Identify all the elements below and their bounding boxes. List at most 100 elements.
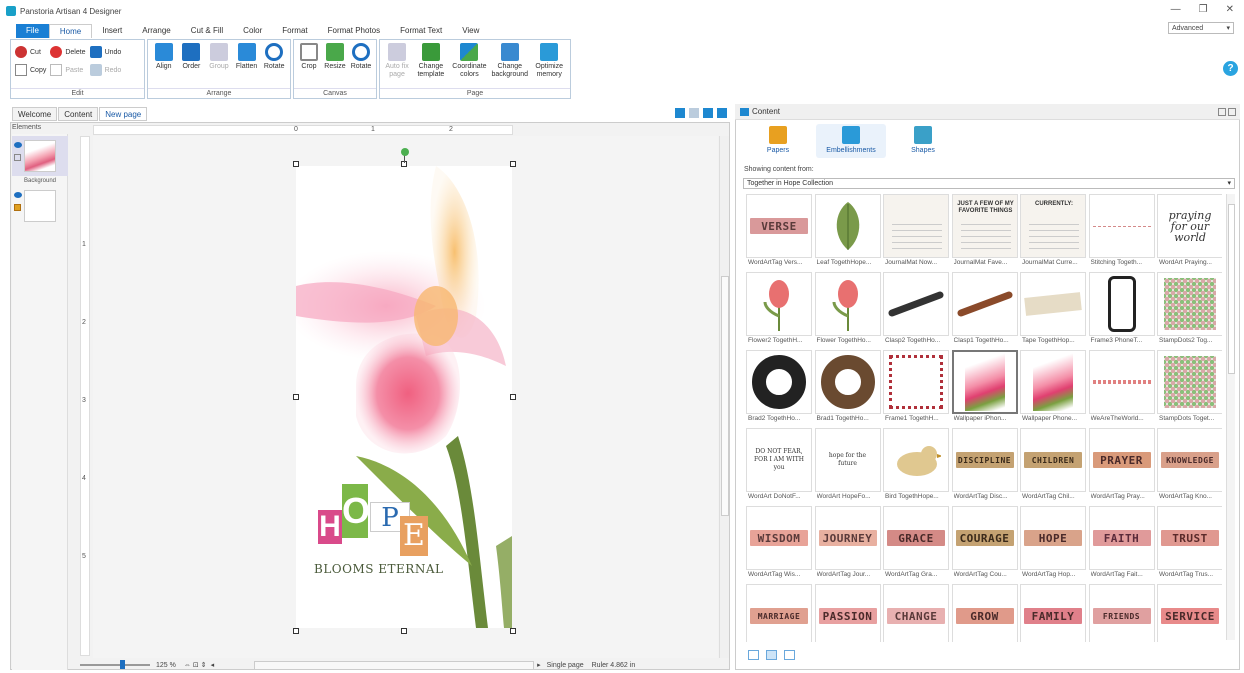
content-item[interactable]: JournalMat Now... [883, 194, 949, 272]
scrollbar-thumb[interactable] [1228, 204, 1235, 374]
resize-handle[interactable] [401, 628, 407, 634]
tab-format-photos[interactable]: Format Photos [318, 24, 390, 38]
page-canvas[interactable] [296, 166, 512, 628]
category-embellishments[interactable]: Embellishments [816, 124, 886, 158]
tab-file[interactable]: File [16, 24, 49, 38]
content-item[interactable]: StampDots2 Tog... [1157, 272, 1222, 350]
delete-button[interactable]: Delete [50, 45, 86, 59]
rotate-button[interactable]: Rotate [262, 43, 286, 85]
content-item[interactable]: Tape TogethHop... [1020, 272, 1086, 350]
content-item[interactable]: Brad1 TogethHo... [814, 350, 881, 428]
element-layer-background[interactable] [12, 188, 68, 224]
list-view-icon[interactable] [784, 650, 795, 660]
tab-arrange[interactable]: Arrange [132, 24, 180, 38]
export-icon[interactable] [689, 108, 699, 118]
content-item[interactable]: GRACE WordArtTag Gra... [883, 506, 949, 584]
content-item[interactable]: DISCIPLINE WordArtTag Disc... [951, 428, 1018, 506]
coordinate-colors-button[interactable]: Coordinate colors [452, 43, 487, 85]
paste-button[interactable]: Paste [50, 63, 85, 77]
change-template-button[interactable]: Change template [414, 43, 448, 85]
tab-format[interactable]: Format [272, 24, 317, 38]
content-item[interactable]: HOPE WordArtTag Hop... [1020, 506, 1086, 584]
category-papers[interactable]: Papers [743, 124, 813, 158]
lock-icon[interactable] [14, 154, 21, 161]
redo-button[interactable]: Redo [89, 63, 121, 77]
resize-button[interactable]: Resize [324, 43, 346, 85]
close-document-icon[interactable] [717, 108, 727, 118]
fit-height-icon[interactable]: ⇕ [201, 661, 207, 669]
tab-format-text[interactable]: Format Text [390, 24, 452, 38]
tab-new-page[interactable]: New page [99, 107, 148, 121]
undo-icon[interactable] [675, 108, 685, 118]
undo-button[interactable]: Undo [89, 45, 121, 59]
scroll-right-icon[interactable]: ▸ [537, 661, 541, 669]
content-item[interactable]: TRUST WordArtTag Trus... [1157, 506, 1222, 584]
canvas-rotate-button[interactable]: Rotate [350, 43, 372, 85]
cut-button[interactable]: Cut [15, 45, 46, 59]
mode-dropdown[interactable]: Advanced ▾ [1168, 22, 1234, 34]
content-item[interactable]: CHANGE [883, 584, 949, 642]
content-item[interactable]: JUST A FEW OF MY FAVORITE THINGS JournalM… [951, 194, 1018, 272]
fit-page-icon[interactable]: ⊡ [193, 661, 199, 669]
close-icon[interactable]: ✕ [1226, 4, 1234, 15]
content-item[interactable]: VERSE WordArtTag Vers... [746, 194, 812, 272]
save-icon[interactable] [703, 108, 713, 118]
small-grid-icon[interactable] [748, 650, 759, 660]
content-item[interactable]: Bird TogethHope... [883, 428, 949, 506]
element-layer-photo[interactable] [12, 136, 68, 176]
content-item[interactable]: Leaf TogethHope... [814, 194, 881, 272]
content-item[interactable]: Flower2 TogethH... [746, 272, 812, 350]
zoom-slider-knob[interactable] [120, 660, 125, 669]
content-item[interactable]: Brad2 TogethHo... [746, 350, 812, 428]
help-icon[interactable]: ? [1223, 61, 1238, 76]
content-item[interactable]: Clasp2 TogethHo... [883, 272, 949, 350]
collection-dropdown[interactable]: Together in Hope Collection ▾ [743, 178, 1235, 189]
tab-view[interactable]: View [452, 24, 489, 38]
scrollbar-thumb[interactable] [721, 276, 729, 516]
tab-cut-fill[interactable]: Cut & Fill [181, 24, 233, 38]
content-item[interactable]: Flower TogethHo... [814, 272, 881, 350]
resize-handle[interactable] [293, 394, 299, 400]
content-item[interactable]: WISDOM WordArtTag Wis... [746, 506, 812, 584]
tab-welcome[interactable]: Welcome [12, 107, 58, 121]
content-item[interactable]: COURAGE WordArtTag Cou... [951, 506, 1018, 584]
content-item[interactable]: WeAreTheWorld... [1088, 350, 1155, 428]
resize-handle[interactable] [510, 394, 516, 400]
content-item[interactable]: FAITH WordArtTag Fait... [1088, 506, 1155, 584]
tab-content[interactable]: Content [58, 107, 99, 121]
eye-icon[interactable] [14, 192, 22, 198]
zoom-slider[interactable] [80, 660, 150, 669]
order-button[interactable]: Order [180, 43, 204, 85]
float-icon[interactable] [1228, 108, 1236, 116]
content-item[interactable]: StampDots Toget... [1157, 350, 1222, 428]
align-button[interactable]: Align [152, 43, 176, 85]
content-item[interactable]: hope for the future WordArt HopeFo... [814, 428, 881, 506]
canvas-scrollbar[interactable] [719, 136, 729, 658]
horizontal-scrollbar[interactable] [254, 660, 535, 670]
content-item[interactable]: SERVICE [1157, 584, 1222, 642]
content-item[interactable]: praying for our world WordArt Praying... [1157, 194, 1222, 272]
orchid-artwork[interactable] [296, 166, 512, 628]
content-item[interactable]: PRAYER WordArtTag Pray... [1088, 428, 1155, 506]
resize-handle[interactable] [510, 161, 516, 167]
resize-handle[interactable] [293, 628, 299, 634]
crop-button[interactable]: Crop [298, 43, 320, 85]
group-button[interactable]: Group [207, 43, 231, 85]
minimize-icon[interactable]: — [1171, 4, 1181, 15]
rotate-handle[interactable] [401, 148, 409, 156]
content-item[interactable]: CHILDREN WordArtTag Chil... [1020, 428, 1086, 506]
content-item[interactable]: KNOWLEDGE WordArtTag Kno... [1157, 428, 1222, 506]
resize-handle[interactable] [510, 628, 516, 634]
content-item[interactable]: FAMILY [1020, 584, 1086, 642]
content-scrollbar[interactable] [1226, 194, 1235, 640]
resize-handle[interactable] [293, 161, 299, 167]
content-item[interactable]: DO NOT FEAR, FOR I AM WITH you WordArt Do… [746, 428, 812, 506]
content-item[interactable]: Clasp1 TogethHo... [951, 272, 1018, 350]
content-item[interactable]: Stitching Togeth... [1088, 194, 1155, 272]
content-item[interactable]: GROW [951, 584, 1018, 642]
large-grid-icon[interactable] [766, 650, 777, 660]
content-item[interactable]: Wallpaper iPhon... [951, 350, 1018, 428]
category-shapes[interactable]: Shapes [888, 124, 958, 158]
tab-color[interactable]: Color [233, 24, 272, 38]
content-item[interactable]: MARRIAGE [746, 584, 812, 642]
